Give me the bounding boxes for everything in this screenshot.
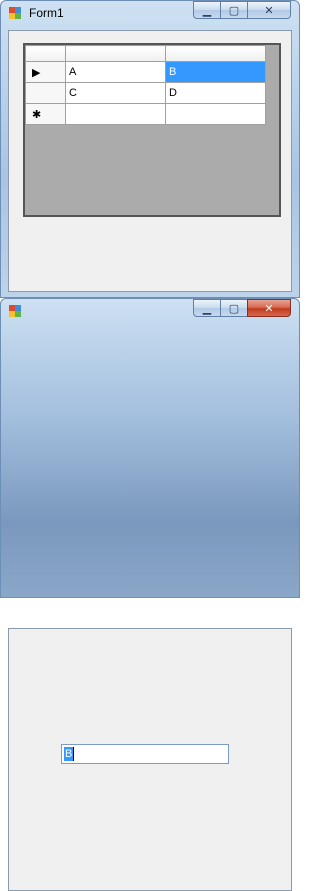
table-row: ▶ A B	[25, 61, 266, 83]
maximize-button[interactable]: ▢	[220, 299, 248, 317]
app-icon[interactable]	[9, 7, 21, 19]
minimize-button[interactable]: ▁	[193, 299, 221, 317]
grid-header-row	[25, 45, 266, 62]
grid-table: ▶ A B C D ✱	[25, 45, 266, 125]
top-left-header-cell[interactable]	[25, 45, 66, 62]
form2-window: ▁ ▢ ✕ B	[0, 298, 300, 891]
maximize-icon: ▢	[228, 301, 240, 315]
text-caret	[73, 747, 74, 761]
grid-cell[interactable]: D	[165, 82, 266, 104]
close-button[interactable]: ✕	[247, 1, 291, 19]
maximize-button[interactable]: ▢	[220, 1, 248, 19]
title-bar[interactable]: Form1 ▁ ▢ ✕	[1, 1, 299, 23]
table-row: C D	[25, 82, 266, 104]
close-button[interactable]: ✕	[247, 299, 291, 317]
row-header-current[interactable]: ▶	[25, 61, 66, 83]
form1-window: Form1 ▁ ▢ ✕ ▶ A B C D ✱	[0, 0, 300, 298]
app-icon[interactable]	[9, 305, 21, 317]
form-client-area: ▶ A B C D ✱	[8, 30, 292, 292]
minimize-button[interactable]: ▁	[193, 1, 221, 19]
minimize-icon: ▁	[202, 301, 212, 315]
new-row: ✱	[25, 103, 266, 125]
grid-cell[interactable]	[165, 103, 266, 125]
close-icon: ✕	[264, 301, 274, 315]
maximize-icon: ▢	[228, 3, 240, 17]
grid-cell[interactable]: A	[65, 61, 166, 83]
row-header-new[interactable]: ✱	[25, 103, 66, 125]
data-grid-view[interactable]: ▶ A B C D ✱	[23, 43, 281, 217]
column-header-2[interactable]	[165, 45, 266, 62]
minimize-icon: ▁	[202, 3, 212, 17]
column-header-1[interactable]	[65, 45, 166, 62]
row-header[interactable]	[25, 82, 66, 104]
text-box[interactable]: B	[61, 744, 229, 764]
grid-cell-selected[interactable]: B	[165, 61, 266, 83]
grid-cell[interactable]	[65, 103, 166, 125]
window-title: Form1	[29, 6, 64, 20]
close-icon: ✕	[264, 3, 274, 17]
title-bar[interactable]: ▁ ▢ ✕	[1, 299, 299, 321]
grid-cell[interactable]: C	[65, 82, 166, 104]
form-client-area: B	[8, 628, 292, 891]
text-box-selected-text: B	[64, 747, 74, 761]
